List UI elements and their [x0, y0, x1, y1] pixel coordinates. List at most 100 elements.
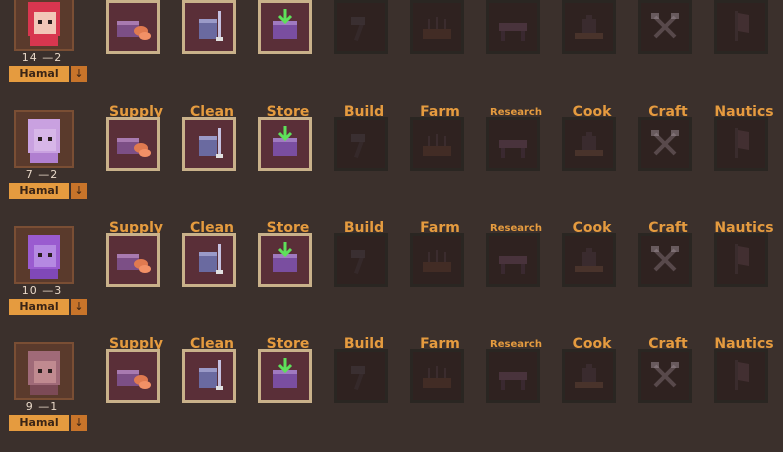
- job-cell-store: Store: [258, 0, 318, 59]
- colonist-stats: 14 —2: [10, 51, 74, 64]
- job-toggle-build[interactable]: [334, 349, 388, 403]
- stat-b: 2: [54, 51, 63, 64]
- colonist-portrait[interactable]: [14, 342, 74, 400]
- job-toggle-build[interactable]: [334, 0, 388, 54]
- job-cell-build: Build: [334, 104, 394, 176]
- cook-pot-icon: [575, 248, 603, 272]
- job-toggle-supply[interactable]: [106, 233, 160, 287]
- job-cell-nautics: Nautics: [714, 220, 774, 292]
- job-cell-cook: Cook: [562, 104, 622, 176]
- job-toggle-clean[interactable]: [182, 349, 236, 403]
- job-toggle-store[interactable]: [258, 349, 312, 403]
- job-toggle-store[interactable]: [258, 117, 312, 171]
- job-dropdown-label[interactable]: Hamal: [9, 183, 69, 199]
- job-cell-farm: Farm: [410, 220, 470, 292]
- job-cell-nautics: Nautics: [714, 0, 774, 59]
- colonist-stats: 7 —2: [10, 168, 74, 181]
- job-toggle-farm[interactable]: [410, 349, 464, 403]
- stat-b: 1: [50, 400, 59, 413]
- job-toggle-clean[interactable]: [182, 233, 236, 287]
- job-toggle-clean[interactable]: [182, 0, 236, 54]
- chevron-down-icon[interactable]: ↓: [71, 183, 87, 199]
- job-toggle-store[interactable]: [258, 233, 312, 287]
- job-toggle-store[interactable]: [258, 0, 312, 54]
- job-cell-build: Build: [334, 336, 394, 408]
- stat-a: 14: [21, 51, 38, 64]
- job-cell-farm: Farm: [410, 0, 470, 59]
- job-toggle-research[interactable]: [486, 233, 540, 287]
- job-toggle-nautics[interactable]: [714, 117, 768, 171]
- job-toggle-cook[interactable]: [562, 117, 616, 171]
- farm-plot-icon: [423, 366, 451, 388]
- job-cell-store: Store: [258, 220, 318, 292]
- colonist-portrait[interactable]: [14, 226, 74, 284]
- cook-pot-icon: [575, 15, 603, 39]
- job-toggle-clean[interactable]: [182, 117, 236, 171]
- store-box-icon: [273, 126, 297, 156]
- colonist-portrait[interactable]: [14, 0, 74, 51]
- job-toggle-farm[interactable]: [410, 0, 464, 54]
- chevron-down-icon[interactable]: ↓: [71, 415, 87, 431]
- colonist-row: 14 —2 Hamal↓ Supply Clean Store Build Farm Rese…: [0, 0, 783, 103]
- hammer-icon: [351, 134, 365, 159]
- job-toggle-build[interactable]: [334, 117, 388, 171]
- colonist-row: 10 —3 Hamal ↓ Supply Clean Store Build Farm Rese…: [0, 220, 783, 336]
- job-cell-craft: Craft: [638, 336, 698, 408]
- colonist-portrait[interactable]: [14, 110, 74, 168]
- job-toggle-farm[interactable]: [410, 117, 464, 171]
- job-dropdown-label[interactable]: Hamal: [9, 415, 69, 431]
- job-toggle-craft[interactable]: [638, 233, 692, 287]
- job-toggle-cook[interactable]: [562, 0, 616, 54]
- job-cell-farm: Farm: [410, 104, 470, 176]
- banner-icon: [735, 128, 749, 158]
- job-dropdown[interactable]: Hamal ↓: [9, 415, 87, 431]
- banner-icon: [735, 360, 749, 390]
- banner-icon: [735, 11, 749, 41]
- job-toggle-craft[interactable]: [638, 0, 692, 54]
- hammer-icon: [351, 366, 365, 391]
- job-dropdown-label[interactable]: Hamal: [9, 299, 69, 315]
- job-toggle-cook[interactable]: [562, 233, 616, 287]
- stat-b: 3: [54, 284, 63, 297]
- job-cell-supply: Supply: [106, 104, 166, 176]
- chevron-down-icon[interactable]: ↓: [71, 299, 87, 315]
- job-dropdown-label[interactable]: Hamal: [9, 66, 69, 82]
- job-dropdown[interactable]: Hamal ↓: [9, 183, 87, 199]
- job-cell-store: Store: [258, 104, 318, 176]
- job-toggle-supply[interactable]: [106, 117, 160, 171]
- job-toggle-research[interactable]: [486, 349, 540, 403]
- clean-mop-icon: [199, 244, 223, 274]
- store-box-icon: [273, 358, 297, 388]
- stat-b: 2: [50, 168, 59, 181]
- job-toggle-farm[interactable]: [410, 233, 464, 287]
- job-cell-craft: Craft: [638, 0, 698, 59]
- job-toggle-nautics[interactable]: [714, 0, 768, 54]
- job-cell-cook: Cook: [562, 336, 622, 408]
- job-toggle-craft[interactable]: [638, 117, 692, 171]
- stat-a: 10: [21, 284, 38, 297]
- job-toggle-supply[interactable]: [106, 349, 160, 403]
- job-toggle-supply[interactable]: [106, 0, 160, 54]
- job-cell-store: Store: [258, 336, 318, 408]
- job-cell-clean: Clean: [182, 336, 242, 408]
- research-desk-icon: [499, 256, 527, 274]
- job-toggle-nautics[interactable]: [714, 233, 768, 287]
- job-cell-clean: Clean: [182, 220, 242, 292]
- job-toggle-nautics[interactable]: [714, 349, 768, 403]
- hammer-icon: [351, 250, 365, 275]
- job-dropdown[interactable]: Hamal ↓: [9, 66, 87, 82]
- job-dropdown[interactable]: Hamal ↓: [9, 299, 87, 315]
- stat-a: 9: [25, 400, 34, 413]
- job-toggle-research[interactable]: [486, 117, 540, 171]
- job-toggle-cook[interactable]: [562, 349, 616, 403]
- job-toggle-craft[interactable]: [638, 349, 692, 403]
- job-cell-research: Research: [486, 0, 546, 59]
- job-toggle-build[interactable]: [334, 233, 388, 287]
- job-cell-cook: Cook: [562, 0, 622, 59]
- colonist-row: 9 —1 Hamal ↓ Supply Clean Store Build Farm Resea…: [0, 336, 783, 452]
- stat-separator: —: [37, 51, 55, 64]
- research-desk-icon: [499, 372, 527, 390]
- chevron-down-icon[interactable]: ↓: [71, 66, 87, 82]
- job-toggle-research[interactable]: [486, 0, 540, 54]
- stat-separator: —: [37, 284, 55, 297]
